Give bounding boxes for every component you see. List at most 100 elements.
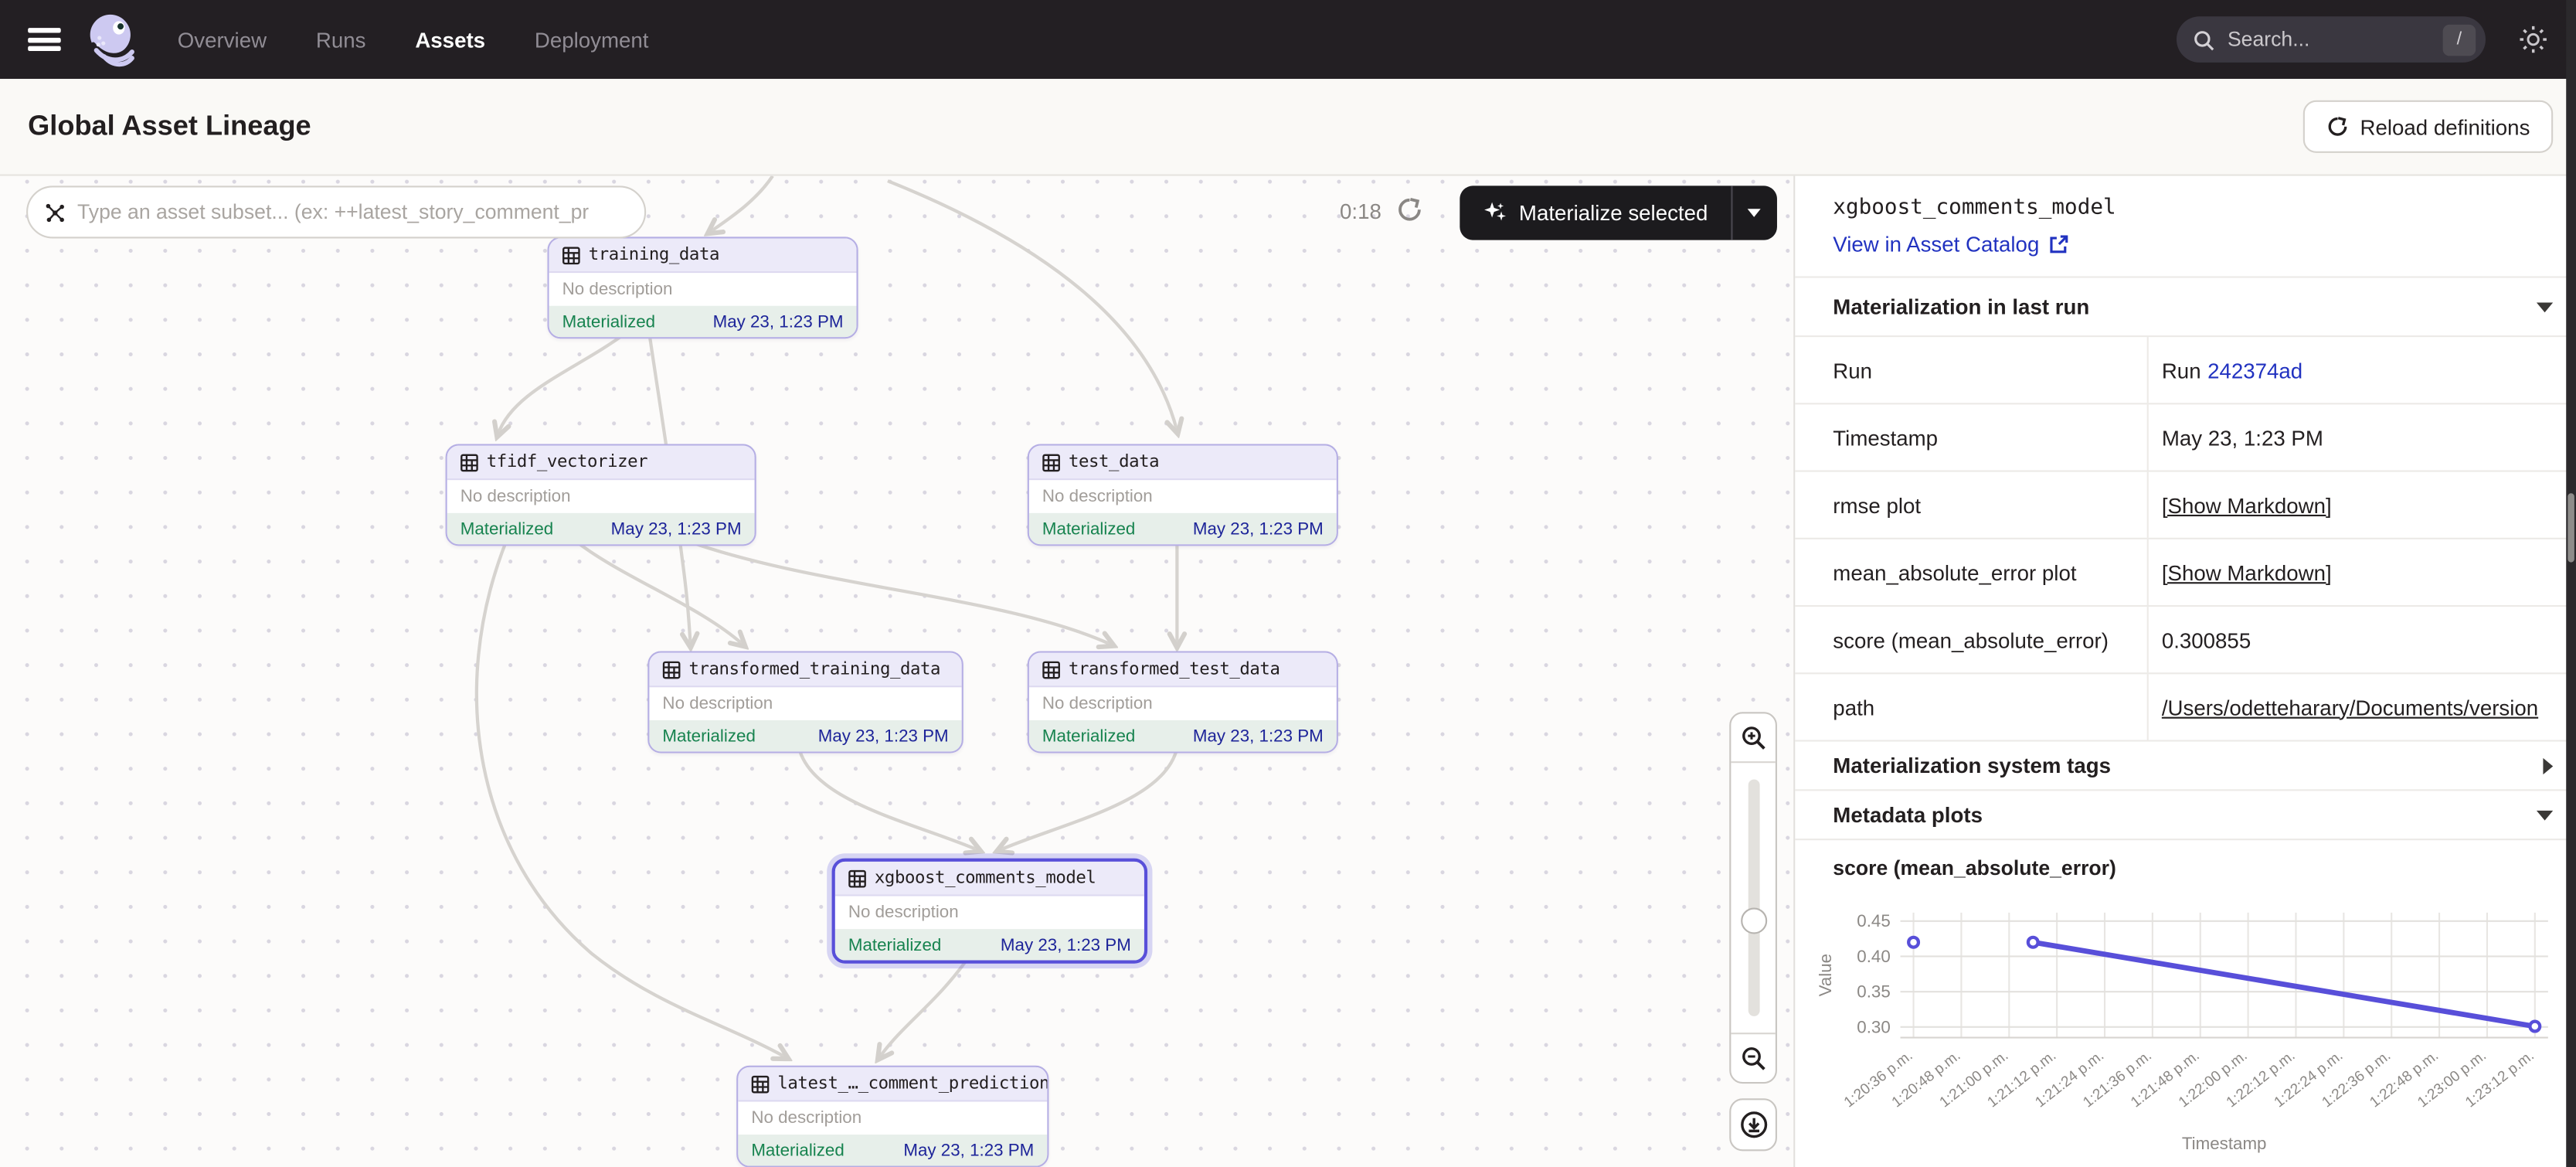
search-placeholder: Search... xyxy=(2228,28,2443,51)
asset-lineage-canvas[interactable]: training_data No description Materialized M… xyxy=(0,176,1795,1167)
asset-timestamp[interactable]: May 23, 1:23 PM xyxy=(1193,519,1324,539)
asset-status: Materialized xyxy=(1042,726,1135,746)
asset-timestamp[interactable]: May 23, 1:23 PM xyxy=(818,726,949,746)
metadata-value: 0.300855 xyxy=(2149,607,2576,672)
section-materialization-in-last-run[interactable]: Materialization in last run xyxy=(1795,278,2576,338)
chevron-down-icon xyxy=(1748,209,1762,217)
tab-assets[interactable]: Assets xyxy=(415,27,485,52)
tab-runs[interactable]: Runs xyxy=(316,27,366,52)
asset-node-test_data[interactable]: test_dataNo descriptionMaterializedMay 2… xyxy=(1028,444,1338,546)
tab-deployment[interactable]: Deployment xyxy=(535,27,649,52)
section-materialization-system-tags[interactable]: Materialization system tags xyxy=(1795,742,2576,791)
gear-icon[interactable] xyxy=(2519,25,2548,54)
chevron-down-icon xyxy=(2537,810,2553,820)
sparkle-icon xyxy=(1483,201,1507,226)
section-label: Materialization system tags xyxy=(1833,753,2111,777)
asset-name: transformed_training_data xyxy=(688,659,940,679)
metadata-link[interactable]: /Users/odetteharary/Documents/version xyxy=(2162,695,2538,720)
lineage-edge xyxy=(576,541,743,645)
global-search-input[interactable]: Search... / xyxy=(2177,16,2486,63)
metadata-row-path: path/Users/odetteharary/Documents/versio… xyxy=(1795,674,2576,741)
asset-name: latest_…_comment_predictions xyxy=(777,1073,1048,1094)
metadata-label: rmse plot xyxy=(1795,472,2148,538)
search-shortcut-badge: / xyxy=(2443,24,2476,55)
materialize-selected-label: Materialize selected xyxy=(1519,201,1708,226)
asset-timestamp[interactable]: May 23, 1:23 PM xyxy=(1193,726,1324,746)
asset-status: Materialized xyxy=(662,726,755,746)
asset-node-transformed_training_data[interactable]: transformed_training_data No description M… xyxy=(647,652,963,754)
top-nav: Overview Runs Assets Deployment Search..… xyxy=(0,0,2576,79)
zoom-slider-thumb[interactable] xyxy=(1740,907,1766,934)
menu-icon[interactable] xyxy=(28,28,61,51)
refresh-timer: 0:18 xyxy=(1340,199,1381,223)
catalog-link-label: View in Asset Catalog xyxy=(1833,232,2039,257)
svg-text:Timestamp: Timestamp xyxy=(2182,1134,2267,1153)
asset-name: xgboost_comments_model xyxy=(875,868,1096,888)
asset-node-tfidf_vectorizer[interactable]: tfidf_vectorizerNo descriptionMaterializ… xyxy=(446,444,756,546)
nav-tabs: Overview Runs Assets Deployment xyxy=(178,27,649,52)
asset-node-xgboost_comments_model[interactable]: xgboost_comments_model No description Mate… xyxy=(832,859,1148,964)
asset-description: No description xyxy=(835,897,1144,930)
metadata-row-rmse-plot: rmse plot [Show Markdown] xyxy=(1795,472,2576,539)
run-id-link[interactable]: 242374ad xyxy=(2207,358,2302,383)
asset-status: Materialized xyxy=(1042,519,1135,539)
dagster-logo-icon[interactable] xyxy=(86,12,141,67)
metadata-label: score (mean_absolute_error) xyxy=(1795,607,2148,672)
metadata-row-run: RunRun242374ad xyxy=(1795,337,2576,404)
refresh-graph-icon[interactable] xyxy=(1395,196,1423,223)
svg-text:Value: Value xyxy=(1816,954,1835,996)
tab-overview[interactable]: Overview xyxy=(178,27,267,52)
metadata-link[interactable]: [Show Markdown] xyxy=(2162,492,2332,517)
search-icon xyxy=(2193,29,2214,50)
materialize-selected-button[interactable]: Materialize selected xyxy=(1460,201,1731,226)
materialize-options-dropdown[interactable] xyxy=(1731,185,1777,240)
asset-description: No description xyxy=(549,273,857,306)
asset-description: No description xyxy=(738,1102,1047,1135)
page-header: Global Asset Lineage Reload definitions xyxy=(0,79,2576,176)
download-image-button[interactable] xyxy=(1729,1098,1777,1151)
asset-timestamp[interactable]: May 23, 1:23 PM xyxy=(713,311,844,332)
lineage-edge xyxy=(799,748,978,850)
zoom-control xyxy=(1729,712,1777,1084)
asset-timestamp[interactable]: May 23, 1:23 PM xyxy=(611,519,742,539)
metadata-link[interactable]: [Show Markdown] xyxy=(2162,560,2332,584)
view-in-asset-catalog-link[interactable]: View in Asset Catalog xyxy=(1833,232,2576,257)
asset-node-transformed_test_data[interactable]: transformed_test_data No description Mater… xyxy=(1028,652,1338,754)
asset-subset-input[interactable]: Type an asset subset... (ex: ++latest_st… xyxy=(26,185,646,238)
asset-timestamp[interactable]: May 23, 1:23 PM xyxy=(1001,935,1131,955)
reload-definitions-button[interactable]: Reload definitions xyxy=(2302,100,2553,153)
asset-name: transformed_test_data xyxy=(1069,659,1280,679)
section-label: Materialization in last run xyxy=(1833,294,2089,319)
lineage-edge xyxy=(1000,748,1178,850)
asset-timestamp[interactable]: May 23, 1:23 PM xyxy=(903,1141,1034,1161)
metadata-label: Timestamp xyxy=(1795,404,2148,470)
asset-node-training_data[interactable]: training_dataNo descriptionMaterializedM… xyxy=(548,236,858,339)
asset-description: No description xyxy=(649,687,961,720)
asset-node-latest__comment_predictions[interactable]: latest_…_comment_predictions No descripti… xyxy=(736,1066,1048,1167)
zoom-out-button[interactable] xyxy=(1731,1033,1775,1082)
table-icon xyxy=(460,453,478,471)
refresh-icon xyxy=(2326,115,2349,138)
external-link-icon xyxy=(2048,233,2069,255)
zoom-slider-track[interactable] xyxy=(1748,779,1759,1016)
zoom-slider[interactable] xyxy=(1731,763,1775,1033)
reload-definitions-label: Reload definitions xyxy=(2360,114,2530,139)
metadata-label: path xyxy=(1795,674,2148,740)
metadata-table: RunRun242374adTimestampMay 23, 1:23 PMrm… xyxy=(1795,337,2576,741)
section-metadata-plots[interactable]: Metadata plots xyxy=(1795,791,2576,840)
asset-description: No description xyxy=(1029,480,1337,513)
scrollbar-thumb[interactable] xyxy=(2568,493,2574,562)
asset-status: Materialized xyxy=(848,935,941,955)
lineage-edge xyxy=(879,955,970,1057)
metadata-row-mean-absolute-error-plot: mean_absolute_error plot[Show Markdown] xyxy=(1795,539,2576,607)
chevron-right-icon xyxy=(2543,757,2553,774)
asset-description: No description xyxy=(1029,687,1337,720)
asset-name: tfidf_vectorizer xyxy=(487,452,647,472)
asset-description: No description xyxy=(447,480,755,513)
asset-name: training_data xyxy=(589,245,719,265)
lineage-edge xyxy=(710,176,773,232)
zoom-in-button[interactable] xyxy=(1731,713,1775,763)
window-scrollbar[interactable] xyxy=(2566,0,2576,1167)
table-icon xyxy=(1042,453,1060,471)
asset-status: Materialized xyxy=(751,1141,844,1161)
